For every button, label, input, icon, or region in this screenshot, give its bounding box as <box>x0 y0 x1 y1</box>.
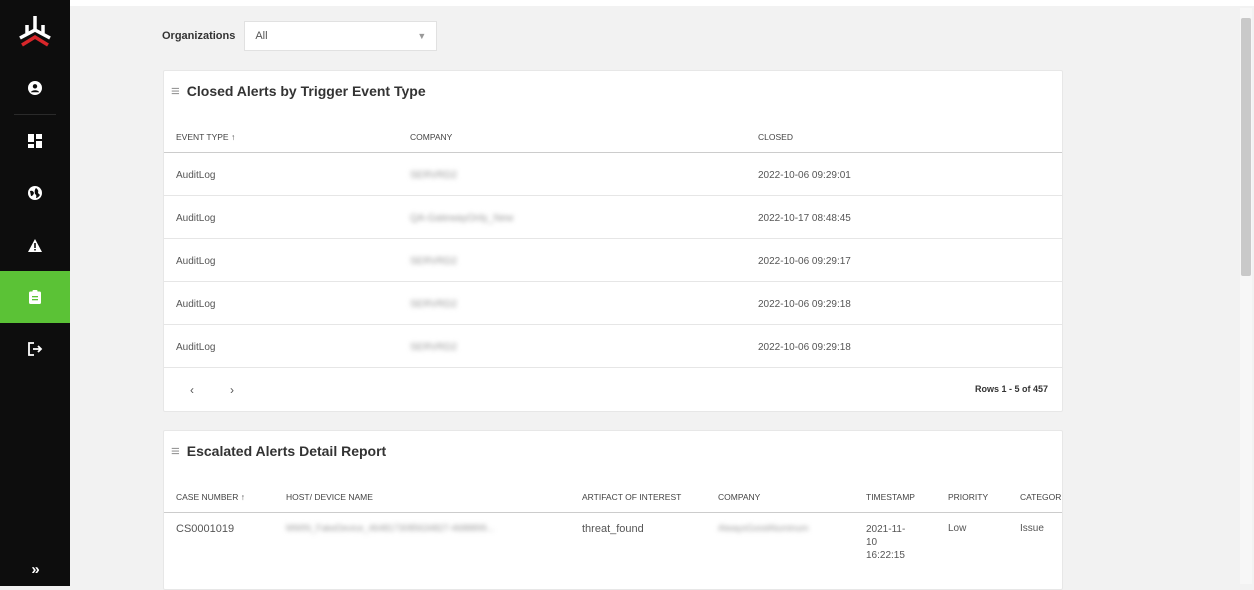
chevron-down-icon: ▼ <box>417 31 427 41</box>
organizations-value: All <box>255 30 268 42</box>
column-closed[interactable]: CLOSED <box>758 132 793 142</box>
cell-company: QA-GatewayOnly_New <box>410 213 514 224</box>
cell-closed: 2022-10-06 09:29:17 <box>758 256 851 267</box>
user-circle-icon <box>28 81 42 95</box>
expand-sidebar-button[interactable]: » <box>0 561 70 578</box>
cell-company: SERVRD2 <box>410 342 458 353</box>
cell-company: SERVRD2 <box>410 299 458 310</box>
column-case-number[interactable]: CASE NUMBER ↑ <box>176 492 245 502</box>
table-row[interactable]: CS0001019 MWIN_FakeDevice_46481730856348… <box>164 513 1062 573</box>
column-company[interactable]: COMPANY <box>410 132 452 142</box>
cell-event-type: AuditLog <box>176 170 216 181</box>
dashboard-icon <box>28 134 42 148</box>
cell-event-type: AuditLog <box>176 213 216 224</box>
table-header: CASE NUMBER ↑ HOST/ DEVICE NAME ARTIFACT… <box>164 471 1062 513</box>
escalated-alerts-card: ≡ Escalated Alerts Detail Report CASE NU… <box>163 430 1063 590</box>
card-header: ≡ Closed Alerts by Trigger Event Type <box>164 71 1062 111</box>
cell-company: SERVRD2 <box>410 170 458 181</box>
cell-company: AlwaysGoodAluminum <box>718 523 809 533</box>
menu-icon[interactable]: ≡ <box>171 83 180 100</box>
cell-artifact-of-interest: threat_found <box>582 523 644 535</box>
logo[interactable] <box>0 0 70 62</box>
column-event-type[interactable]: EVENT TYPE ↑ <box>176 132 235 142</box>
column-company[interactable]: COMPANY <box>718 492 760 502</box>
nav-dashboard[interactable] <box>0 115 70 167</box>
scrollbar-thumb[interactable] <box>1241 18 1251 276</box>
organizations-label: Organizations <box>162 30 236 42</box>
cell-category: Issue <box>1020 523 1044 534</box>
organizations-select[interactable]: All ▼ <box>244 21 438 51</box>
table-row[interactable]: AuditLog SERVRD2 2022-10-06 09:29:18 <box>164 325 1062 368</box>
column-category[interactable]: CATEGOR <box>1020 492 1061 502</box>
nav-reports[interactable] <box>0 271 70 323</box>
nav-logout[interactable] <box>0 323 70 375</box>
sidebar: » <box>0 0 70 586</box>
card-header: ≡ Escalated Alerts Detail Report <box>164 431 1062 471</box>
table-row[interactable]: AuditLog SERVRD2 2022-10-06 09:29:18 <box>164 282 1062 325</box>
brand-logo-icon <box>19 16 51 47</box>
nav-alerts[interactable] <box>0 219 70 271</box>
cell-company: SERVRD2 <box>410 256 458 267</box>
logout-icon <box>27 342 42 356</box>
organizations-filter: Organizations All ▼ <box>162 21 438 51</box>
column-timestamp[interactable]: TIMESTAMP <box>866 492 915 502</box>
globe-icon <box>28 186 42 200</box>
cell-closed: 2022-10-17 08:48:45 <box>758 213 851 224</box>
closed-alerts-card: ≡ Closed Alerts by Trigger Event Type EV… <box>163 70 1063 412</box>
cell-closed: 2022-10-06 09:29:18 <box>758 299 851 310</box>
menu-icon[interactable]: ≡ <box>171 443 180 460</box>
cell-event-type: AuditLog <box>176 342 216 353</box>
cell-timestamp: 2021-11- 10 16:22:15 <box>866 524 906 561</box>
top-border <box>70 0 1254 6</box>
prev-page-button[interactable]: ‹ <box>190 383 194 397</box>
card-title: Escalated Alerts Detail Report <box>186 443 387 459</box>
cell-case-number: CS0001019 <box>176 523 235 535</box>
table-row[interactable]: AuditLog SERVRD2 2022-10-06 09:29:17 <box>164 239 1062 282</box>
column-host-device-name[interactable]: HOST/ DEVICE NAME <box>286 492 373 502</box>
pagination: ‹ › Rows 1 - 5 of 457 <box>164 368 1062 412</box>
table-header: EVENT TYPE ↑ COMPANY CLOSED <box>164 111 1062 153</box>
alert-triangle-icon <box>28 238 42 252</box>
rows-info: Rows 1 - 5 of 457 <box>974 384 1048 394</box>
page-scrollbar[interactable] <box>1240 8 1252 584</box>
column-artifact-of-interest[interactable]: ARTIFACT OF INTEREST <box>582 492 681 502</box>
cell-event-type: AuditLog <box>176 299 216 310</box>
nav-globe[interactable] <box>0 167 70 219</box>
cell-priority: Low <box>948 523 967 534</box>
clipboard-icon <box>29 290 41 304</box>
cell-closed: 2022-10-06 09:29:01 <box>758 170 851 181</box>
cell-event-type: AuditLog <box>176 256 216 267</box>
next-page-button[interactable]: › <box>230 383 234 397</box>
nav-user[interactable] <box>0 62 70 114</box>
column-priority[interactable]: PRIORITY <box>948 492 988 502</box>
cell-closed: 2022-10-06 09:29:18 <box>758 342 851 353</box>
table-row[interactable]: AuditLog SERVRD2 2022-10-06 09:29:01 <box>164 153 1062 196</box>
table-row[interactable]: AuditLog QA-GatewayOnly_New 2022-10-17 0… <box>164 196 1062 239</box>
cell-host-device-name: MWIN_FakeDevice_4648173085634827-4688899… <box>286 523 495 533</box>
card-title: Closed Alerts by Trigger Event Type <box>186 83 426 99</box>
